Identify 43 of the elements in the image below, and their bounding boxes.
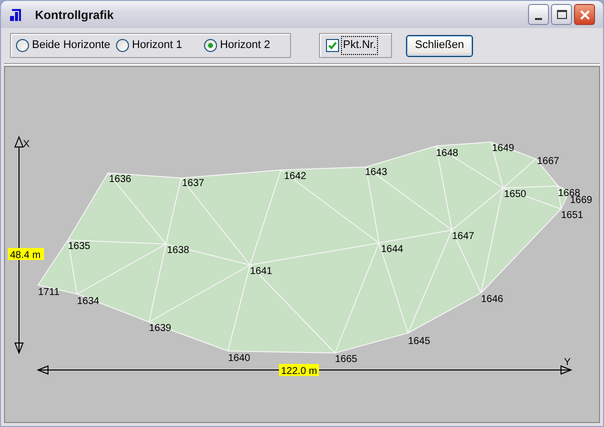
point-number: 1650 [504,189,526,200]
window-title: Kontrollgrafik [35,6,114,24]
radio-button[interactable] [116,39,129,52]
radio-button[interactable] [16,39,29,52]
minimize-icon [535,18,542,20]
point-number: 1636 [109,174,132,185]
point-number: 1649 [492,143,514,154]
close-icon [580,10,590,20]
maximize-button[interactable] [551,4,572,25]
point-number: 1665 [335,354,358,365]
radio-option[interactable]: Horizont 1 [116,37,204,54]
point-number: 1651 [561,210,584,221]
point-number: 1634 [77,296,100,307]
dimension-label: 48.4 m [8,248,44,261]
close-dialog-button[interactable]: Schließen [406,34,473,56]
radio-option[interactable]: Beide Horizonte [16,37,116,54]
radio-button[interactable] [204,39,217,52]
point-number: 1637 [182,178,204,189]
app-icon [9,8,23,22]
point-number: 1669 [570,195,592,206]
point-number: 1667 [537,156,560,167]
point-number: 1643 [365,167,388,178]
point-number: 1639 [149,323,172,334]
maximize-icon [556,10,566,19]
close-button[interactable] [574,4,595,25]
point-number: 1711 [38,287,60,298]
radio-option[interactable]: Horizont 2 [204,37,270,54]
point-number: 1644 [381,244,404,255]
checkbox[interactable] [326,39,339,52]
point-number: 1646 [481,294,504,305]
check-icon [328,41,337,50]
point-number: 1638 [167,245,190,256]
axis-label: X [23,139,30,150]
axis-label: Y [564,357,571,368]
point-number: 1647 [452,231,474,242]
point-number: 1645 [408,336,430,347]
point-number: 1641 [250,266,272,277]
minimize-button[interactable] [528,4,549,25]
point-number: 1648 [436,148,458,159]
point-number: 1635 [68,241,90,252]
dimension-label: 122.0 m [279,364,319,377]
point-number: 1642 [284,171,306,182]
point-number: 1640 [228,353,250,364]
